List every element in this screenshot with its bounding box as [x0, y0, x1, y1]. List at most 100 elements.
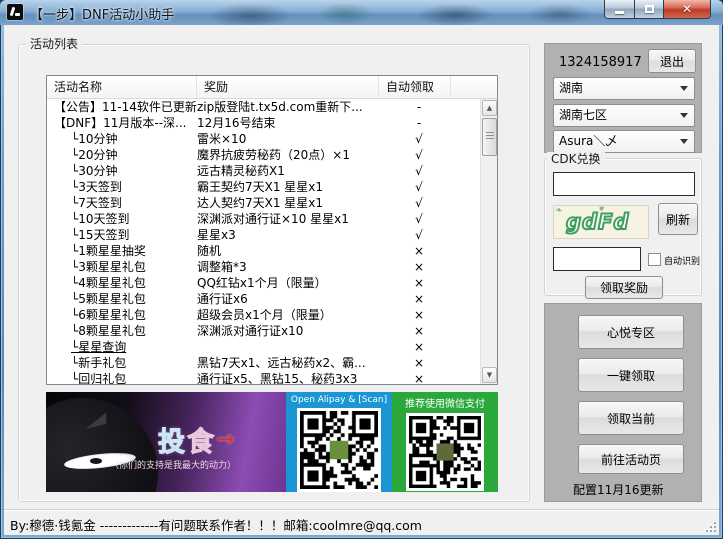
captcha-image: ❧ ❦ gdFd [553, 205, 649, 239]
table-row[interactable]: └3天签到霸王契约7天X1 星星x1√ [47, 179, 480, 195]
scroll-up-icon[interactable]: ▲ [482, 100, 497, 116]
table-row[interactable]: └4颗星星礼包QQ红钻x1个月（限量）× [47, 275, 480, 291]
close-button[interactable]: ✕ [664, 0, 711, 19]
table-row[interactable]: └10分钟雷米×10√ [47, 131, 480, 147]
donation-banner[interactable]: 投 食 → （你们的支持是我最大的动力） Open Alipay & [Scan… [46, 392, 498, 492]
auto-claim-cell: × [387, 339, 451, 355]
table-row[interactable]: └星星查询× [47, 339, 480, 355]
table-row[interactable]: └8颗星星礼包深渊派对通行证x10× [47, 323, 480, 339]
titlebar[interactable]: 【一步】DNF活动小助手 ✕ [0, 0, 723, 25]
minimize-button[interactable] [604, 0, 635, 19]
captcha-input[interactable] [553, 247, 641, 271]
activity-name-cell: └10分钟 [47, 131, 197, 147]
one-click-claim-button[interactable]: 一键领取 [578, 358, 684, 392]
auto-claim-cell: × [387, 307, 451, 323]
character-value: Asura＼乄 [559, 134, 617, 148]
claim-current-button[interactable]: 领取当前 [578, 401, 684, 435]
activity-name-cell: └3天签到 [47, 179, 197, 195]
activity-name-cell: └15天签到 [47, 227, 197, 243]
refresh-captcha-button[interactable]: 刷新 [658, 203, 698, 235]
minimize-icon [615, 11, 624, 14]
table-row[interactable]: └6颗星星礼包超级会员x1个月（限量）× [47, 307, 480, 323]
table-row[interactable]: └回归礼包通行证x5、黑钻15、秘药3x3× [47, 371, 480, 384]
reward-cell: 12月16号结束 [197, 115, 387, 131]
sprout-icon: ❧ [555, 206, 563, 216]
table-header: 活动名称 奖励 自动领取 [47, 76, 497, 99]
mask-pupil [90, 458, 102, 464]
caption-buttons: ✕ [604, 0, 711, 19]
reward-cell: 调整箱*3 [197, 259, 387, 275]
wechat-header: 推荐使用微信支付 [405, 395, 485, 410]
table-row[interactable]: └5颗星星礼包通行证x6× [47, 291, 480, 307]
activity-table: 活动名称 奖励 自动领取 【公告】11-14软件已更新zip版登陆t.tx5d.… [46, 75, 498, 385]
activity-name-cell: 【DNF】11月版本--深... [47, 115, 197, 131]
activity-name-cell: └20分钟 [47, 147, 197, 163]
reward-cell: 超级会员x1个月（限量） [197, 307, 387, 323]
alipay-header: Open Alipay & [Scan] [291, 395, 387, 405]
table-row[interactable]: └7天签到达人契约7天X1 星星x1√ [47, 195, 480, 211]
auto-claim-cell: √ [387, 195, 451, 211]
goto-activity-page-button[interactable]: 前往活动页 [578, 444, 684, 474]
reward-cell: 通行证x6 [197, 291, 387, 307]
table-row[interactable]: 【DNF】11月版本--深...12月16号结束- [47, 115, 480, 131]
table-scrollbar[interactable]: ▲ ▼ [480, 99, 497, 384]
table-row[interactable]: └1颗星星抽奖随机× [47, 243, 480, 259]
character-select[interactable]: Asura＼乄 [553, 130, 695, 153]
column-header-activity-name[interactable]: 活动名称 [47, 76, 197, 98]
resize-grip[interactable] [704, 520, 716, 532]
server-value: 湖南七区 [559, 108, 607, 122]
reward-cell: 深渊派对通行证x10 [197, 323, 387, 339]
auto-claim-cell: √ [387, 211, 451, 227]
maximize-button[interactable] [635, 0, 664, 19]
cdk-code-input[interactable] [553, 172, 695, 196]
support-title: 投 食 → [158, 420, 234, 459]
table-row[interactable]: └新手礼包黑钻7天x1、远古秘药x2、霸...× [47, 355, 480, 371]
auto-claim-cell: - [387, 99, 451, 115]
column-header-auto-claim[interactable]: 自动领取 [379, 76, 451, 98]
table-row[interactable]: └3颗星星礼包调整箱*3× [47, 259, 480, 275]
reward-cell: 达人契约7天X1 星星x1 [197, 195, 387, 211]
claim-cdk-reward-button[interactable]: 领取奖励 [585, 276, 663, 299]
activity-group-title: 活动列表 [26, 37, 82, 51]
reward-cell: 通行证x5、黑钻15、秘药3x3 [197, 371, 387, 384]
reward-cell: 雷米×10 [197, 131, 387, 147]
client-area: 活动列表 活动名称 奖励 自动领取 【公告】11-14软件已更新zip版登陆t.… [4, 25, 719, 535]
sprout-icon: ❦ [598, 205, 606, 214]
qq-number: 1324158917 [559, 55, 642, 70]
region-value: 湖南 [559, 81, 583, 95]
auto-claim-cell: √ [387, 147, 451, 163]
activity-name-cell: └1颗星星抽奖 [47, 243, 197, 259]
status-text: By:穆德·钱氪金 -------------有问题联系作者！！！邮箱:cool… [10, 515, 422, 534]
scrollbar-thumb[interactable] [482, 118, 497, 156]
auto-claim-cell: √ [387, 179, 451, 195]
auto-claim-cell: × [387, 259, 451, 275]
activity-name-cell: └6颗星星礼包 [47, 307, 197, 323]
server-select[interactable]: 湖南七区 [553, 104, 695, 127]
activity-name-cell: └4颗星星礼包 [47, 275, 197, 291]
window-title: 【一步】DNF活动小助手 [30, 4, 174, 23]
arrow-icon: → [216, 427, 234, 452]
activity-table-body: 【公告】11-14软件已更新zip版登陆t.tx5d.com重新下...-【DN… [47, 99, 480, 384]
region-select[interactable]: 湖南 [553, 77, 695, 100]
chevron-down-icon [680, 86, 688, 91]
table-row[interactable]: └20分钟魔界抗疲劳秘药（20点）×1√ [47, 147, 480, 163]
activity-name-cell: └5颗星星礼包 [47, 291, 197, 307]
auto-claim-cell: √ [387, 227, 451, 243]
chevron-down-icon [680, 139, 688, 144]
app-icon [7, 4, 23, 20]
reward-cell: zip版登陆t.tx5d.com重新下... [197, 99, 387, 115]
table-row[interactable]: └10天签到深渊派对通行证×10 星星x1√ [47, 211, 480, 227]
column-header-reward[interactable]: 奖励 [197, 76, 379, 98]
xinyue-zone-button[interactable]: 心悦专区 [578, 315, 684, 349]
account-box: 1324158917 退出 湖南 湖南七区 Asura＼乄 [544, 43, 702, 153]
reward-cell [197, 339, 387, 355]
table-row[interactable]: └30分钟远古精灵秘药X1√ [47, 163, 480, 179]
table-row[interactable]: 【公告】11-14软件已更新zip版登陆t.tx5d.com重新下...- [47, 99, 480, 115]
auto-ocr-checkbox[interactable] [648, 253, 661, 266]
activity-name-cell: └新手礼包 [47, 355, 197, 371]
support-subtitle: （你们的支持是我最大的动力） [110, 458, 286, 471]
activity-name-cell: └8颗星星礼包 [47, 323, 197, 339]
table-row[interactable]: └15天签到星星x3√ [47, 227, 480, 243]
logout-button[interactable]: 退出 [648, 49, 696, 73]
scroll-down-icon[interactable]: ▼ [482, 367, 497, 383]
